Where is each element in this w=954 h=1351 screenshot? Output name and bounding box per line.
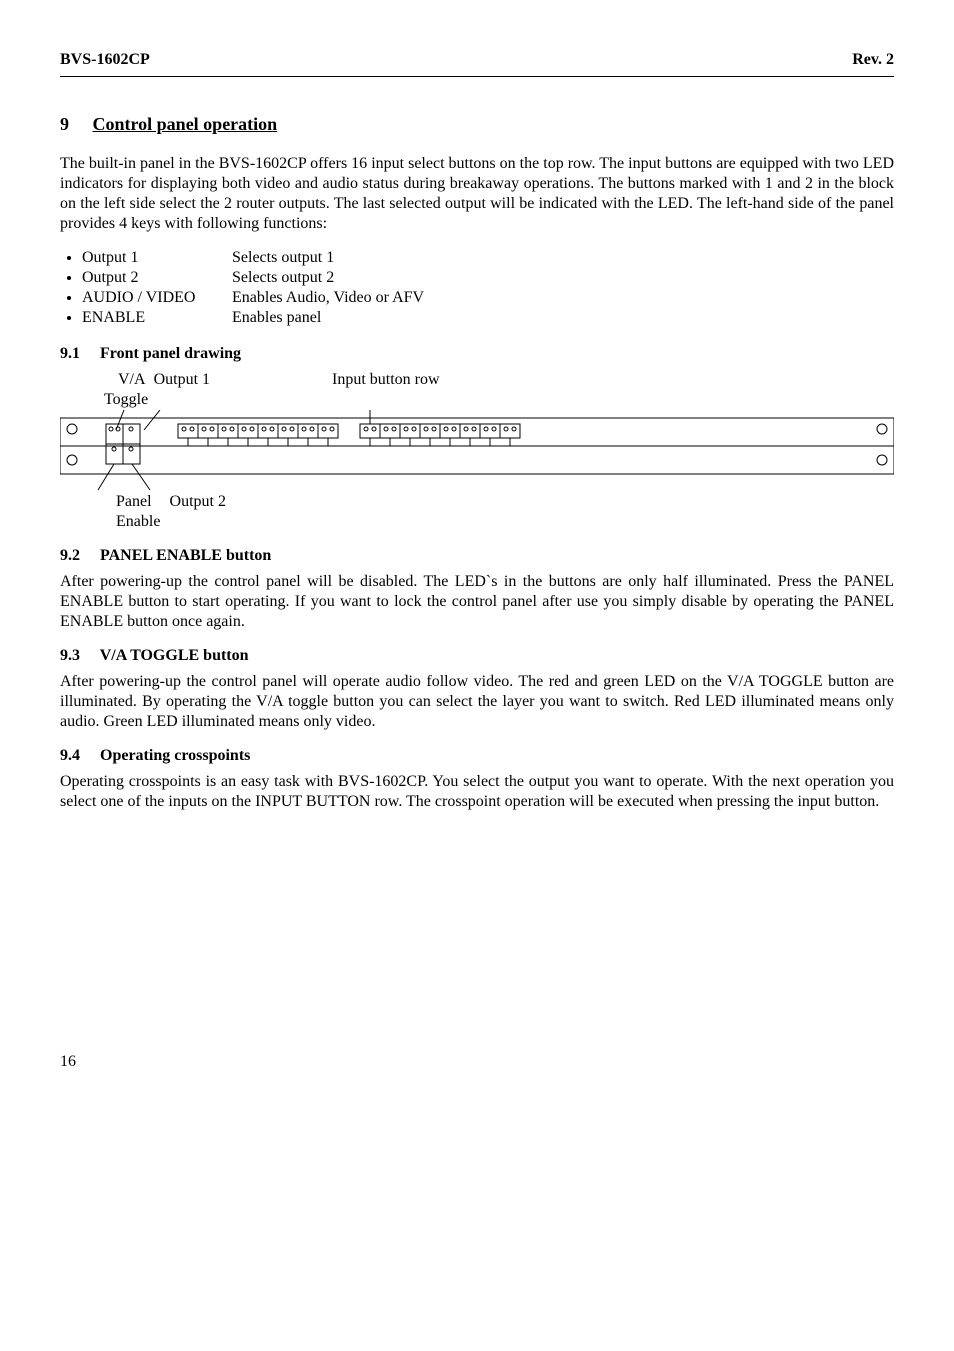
section-9-3-body: After powering-up the control panel will… xyxy=(60,672,894,732)
item-desc: Selects output 1 xyxy=(232,248,334,268)
item-desc: Enables panel xyxy=(232,308,321,328)
subsection-number: 9.1 xyxy=(60,344,96,364)
section-title: Control panel operation xyxy=(93,114,278,134)
list-item: ENABLE Enables panel xyxy=(82,308,894,328)
list-item: Output 1 Selects output 1 xyxy=(82,248,894,268)
label-output1: Output 1 xyxy=(154,370,210,390)
item-desc: Enables Audio, Video or AFV xyxy=(232,288,424,308)
subsection-number: 9.3 xyxy=(60,646,96,666)
subsection-title: Front panel drawing xyxy=(100,345,241,362)
diagram-bottom-labels: Panel Output 2 Enable xyxy=(116,492,894,532)
item-name: Output 2 xyxy=(82,268,232,288)
subsection-title: PANEL ENABLE button xyxy=(100,547,271,564)
subsection-title: V/A TOGGLE button xyxy=(100,647,249,664)
item-name: Output 1 xyxy=(82,248,232,268)
list-item: Output 2 Selects output 2 xyxy=(82,268,894,288)
header-rule xyxy=(60,76,894,77)
section-9-2-heading: 9.2 PANEL ENABLE button xyxy=(60,546,894,566)
item-desc: Selects output 2 xyxy=(232,268,334,288)
item-name: ENABLE xyxy=(82,308,232,328)
label-toggle: Toggle xyxy=(104,390,894,410)
subsection-number: 9.4 xyxy=(60,746,96,766)
panel-illustration xyxy=(60,410,894,492)
section-number: 9 xyxy=(60,113,88,136)
section-9-4-heading: 9.4 Operating crosspoints xyxy=(60,746,894,766)
front-panel-diagram: V/A Output 1 Input button row Toggle xyxy=(60,370,894,532)
section-9-heading: 9 Control panel operation xyxy=(60,113,894,136)
list-item: AUDIO / VIDEO Enables Audio, Video or AF… xyxy=(82,288,894,308)
item-name: AUDIO / VIDEO xyxy=(82,288,232,308)
section-9-4-body: Operating crosspoints is an easy task wi… xyxy=(60,772,894,812)
page-number: 16 xyxy=(60,1052,894,1072)
header-right: Rev. 2 xyxy=(852,50,894,70)
diagram-top-labels: V/A Output 1 Input button row xyxy=(100,370,894,390)
section-9-intro: The built-in panel in the BVS-1602CP off… xyxy=(60,154,894,234)
subsection-title: Operating crosspoints xyxy=(100,747,250,764)
page-header: BVS-1602CP Rev. 2 xyxy=(60,50,894,70)
label-output2: Output 2 xyxy=(170,493,226,510)
subsection-number: 9.2 xyxy=(60,546,96,566)
section-9-2-body: After powering-up the control panel will… xyxy=(60,572,894,632)
label-va: V/A xyxy=(118,370,146,390)
label-input-row: Input button row xyxy=(332,370,440,390)
header-left: BVS-1602CP xyxy=(60,50,150,70)
section-9-1-heading: 9.1 Front panel drawing xyxy=(60,344,894,364)
label-panel: Panel xyxy=(116,492,152,512)
label-enable: Enable xyxy=(116,512,894,532)
function-list: Output 1 Selects output 1 Output 2 Selec… xyxy=(60,248,894,328)
section-9-3-heading: 9.3 V/A TOGGLE button xyxy=(60,646,894,666)
